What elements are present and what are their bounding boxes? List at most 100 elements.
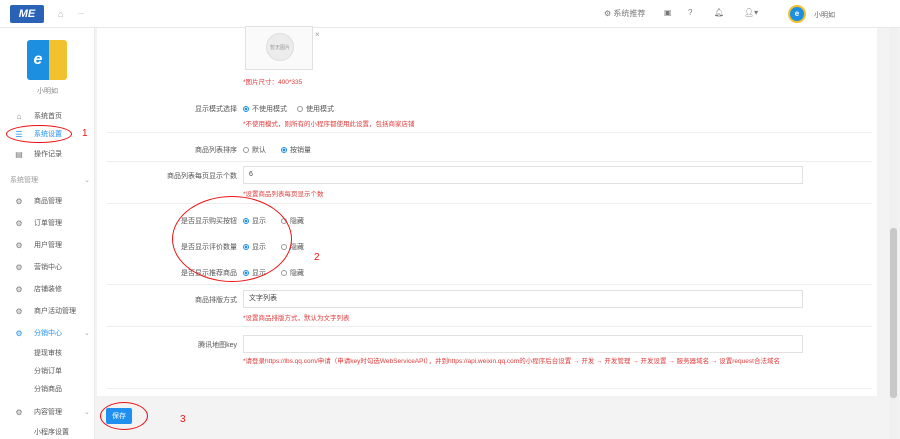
sidebar-item-home[interactable]: ⌂ 系统首页	[0, 109, 95, 125]
sidebar-item-merchant[interactable]: ⚙ 商户活动管理	[0, 304, 95, 320]
top-bar: ME ⌂ ... ⚙ 系统推荐 ▣ ? 🔔︎ 👤︎▾ e 小明如	[0, 0, 900, 28]
annotation-number-2: 2	[314, 252, 320, 263]
chevron-down-icon: ⌄	[84, 409, 90, 416]
page-size-input[interactable]: 6	[243, 166, 803, 184]
scrollbar[interactable]	[889, 28, 898, 439]
home-icon[interactable]: ⌂	[58, 9, 68, 19]
map-key-input[interactable]	[243, 335, 803, 353]
map-key-hint: *请登录https://lbs.qq.com/申请（申请key时勾选WebSer…	[243, 358, 780, 365]
sort-label: 商品列表排序	[195, 147, 237, 154]
sidebar-item-label: 操作记录	[34, 151, 62, 158]
sidebar-sub-miniapp[interactable]: 小程序设置	[0, 426, 95, 439]
store-name: 小明如	[37, 88, 58, 95]
sidebar-item-goods[interactable]: ⚙ 商品管理	[0, 194, 95, 210]
help-icon[interactable]: ?	[688, 8, 692, 17]
radio-dot	[281, 147, 287, 153]
divider	[107, 161, 872, 162]
recommend-hide[interactable]: 隐藏	[281, 268, 304, 278]
sidebar-item-label: 内容管理	[34, 409, 62, 416]
sidebar-item-orders[interactable]: ⚙ 订单管理	[0, 216, 95, 232]
close-icon[interactable]: ×	[315, 30, 320, 39]
annotation-number-1: 1	[82, 128, 88, 139]
sidebar-item-label: 店铺装修	[34, 286, 62, 293]
radio-dot	[297, 106, 303, 112]
display-mode-hint: *不使用模式，则所有的小程序都使用此设置，包括商家店铺	[243, 121, 415, 128]
gear-icon: ⚙	[15, 197, 23, 206]
map-key-label: 腾讯地图key	[198, 342, 237, 349]
radio-dot	[243, 106, 249, 112]
sort-option-b[interactable]: 按销量	[281, 145, 311, 155]
sidebar-sub-goods[interactable]: 分销商品	[0, 383, 95, 397]
sidebar-item-label: 商品管理	[34, 198, 62, 205]
display-mode-label: 显示模式选择	[195, 106, 237, 113]
divider	[107, 132, 872, 133]
divider	[107, 284, 872, 285]
sidebar-item-label: 订单管理	[34, 220, 62, 227]
gear-icon: ⚙	[15, 263, 23, 272]
annotation-number-3: 3	[180, 414, 186, 425]
sidebar-item-users[interactable]: ⚙ 用户管理	[0, 238, 95, 254]
sidebar-sub-withdraw[interactable]: 提现审核	[0, 347, 95, 361]
radio-label: 隐藏	[290, 244, 304, 251]
gear-icon: ⚙	[15, 241, 23, 250]
chevron-down-icon: ⌄	[84, 330, 90, 337]
image-placeholder: 暂无图片	[266, 33, 294, 61]
sidebar-item-label: 系统首页	[34, 113, 62, 120]
recommend-button[interactable]: ⚙ 系统推荐	[604, 8, 645, 19]
section-title: 系统管理	[10, 177, 38, 184]
user-icon[interactable]: 👤︎▾	[744, 8, 758, 17]
annotation-oval-3	[100, 402, 148, 430]
display-mode-option-a[interactable]: 不使用模式	[243, 104, 287, 114]
sidebar-item-label: 商户活动管理	[34, 308, 76, 315]
sidebar-item-label: 用户管理	[34, 242, 62, 249]
recommend-label: 系统推荐	[613, 9, 646, 18]
sidebar-item-logs[interactable]: ▤ 操作记录	[0, 147, 95, 163]
breadcrumb: ...	[78, 9, 84, 16]
annotation-oval-2	[172, 196, 292, 282]
divider	[107, 388, 872, 389]
sidebar-item-distribution[interactable]: ⚙ 分销中心 ⌄	[0, 326, 95, 342]
radio-label: 默认	[252, 147, 266, 154]
gear-icon: ⚙	[15, 285, 23, 294]
gear-icon: ⚙	[15, 307, 23, 316]
radio-label: 隐藏	[290, 218, 304, 225]
radio-label: 使用模式	[306, 106, 334, 113]
sort-option-a[interactable]: 默认	[243, 145, 266, 155]
sidebar-item-decoration[interactable]: ⚙ 店铺装修	[0, 282, 95, 298]
gear-icon: ⚙	[15, 408, 23, 417]
display-mode-option-b[interactable]: 使用模式	[297, 104, 334, 114]
page-size-hint: *设置商品列表每页显示个数	[243, 191, 324, 198]
gear-icon: ⚙	[604, 9, 612, 18]
page-size-label: 商品列表每页显示个数	[167, 173, 237, 180]
chevron-down-icon: ⌄	[84, 177, 90, 184]
home-icon: ⌂	[16, 112, 22, 121]
gear-icon: ⚙	[15, 219, 23, 228]
sidebar: e 小明如 ⌂ 系统首页 ☰ 系统设置 ▤ 操作记录 系统管理 ⌄ ⚙ 商品管理…	[0, 28, 95, 439]
radio-dot	[243, 147, 249, 153]
radio-label: 隐藏	[290, 270, 304, 277]
top-user-name[interactable]: 小明如	[814, 10, 835, 20]
image-upload[interactable]: 暂无图片	[245, 26, 313, 70]
layout-label: 商品排版方式	[195, 297, 237, 304]
layout-hint: *设置商品排版方式，默认为文字列表	[243, 315, 350, 322]
doc-icon: ▤	[15, 150, 23, 159]
sidebar-item-label: 分销中心	[34, 330, 62, 337]
divider	[107, 326, 872, 327]
sidebar-sub-orders[interactable]: 分销订单	[0, 365, 95, 379]
radio-dot	[281, 270, 287, 276]
scroll-thumb[interactable]	[890, 228, 897, 398]
radio-label: 不使用模式	[252, 106, 287, 113]
bell-icon[interactable]: 🔔︎	[714, 8, 724, 17]
sidebar-item-marketing[interactable]: ⚙ 营销中心	[0, 260, 95, 276]
image-size-hint: *图片尺寸：400*335	[243, 79, 303, 86]
radio-label: 按销量	[290, 147, 311, 154]
box-icon[interactable]: ▣	[664, 8, 672, 17]
sidebar-item-content[interactable]: ⚙ 内容管理 ⌄	[0, 405, 95, 421]
annotation-oval-1	[6, 125, 72, 143]
gear-icon: ⚙	[15, 329, 23, 338]
sidebar-section[interactable]: 系统管理 ⌄	[10, 174, 90, 188]
app-logo[interactable]: ME	[10, 5, 44, 23]
sidebar-item-label: 营销中心	[34, 264, 62, 271]
avatar[interactable]: e	[788, 5, 806, 23]
layout-select[interactable]: 文字列表	[243, 290, 803, 308]
